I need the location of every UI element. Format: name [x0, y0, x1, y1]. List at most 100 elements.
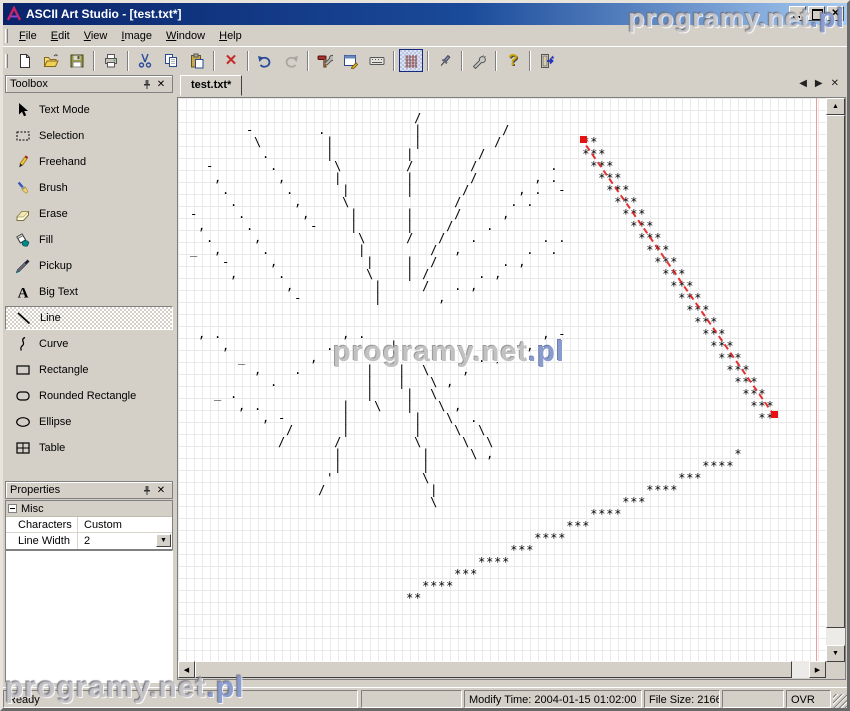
wrench-button[interactable] — [467, 49, 491, 72]
tool-ellipse[interactable]: Ellipse — [5, 410, 173, 434]
tool-selection[interactable]: Selection — [5, 124, 173, 148]
status-modify-time: Modify Time: 2004-01-15 01:02:00 — [464, 690, 642, 708]
minimize-button[interactable] — [789, 6, 806, 21]
menu-window[interactable]: Window — [159, 27, 212, 45]
toolbox-pin-button[interactable] — [140, 78, 154, 91]
property-name: Line Width — [6, 533, 78, 549]
title-bar[interactable]: ASCII Art Studio - [test.txt*] — [3, 3, 847, 25]
dropdown-button[interactable]: ▼ — [156, 534, 171, 547]
toolbar-separator — [247, 51, 249, 71]
menu-bar: File Edit View Image Window Help — [3, 25, 847, 46]
scroll-up-button[interactable]: ▲ — [826, 98, 845, 115]
horizontal-scrollbar[interactable]: ◀ ▶ — [178, 661, 826, 678]
vertical-scrollbar[interactable]: ▲ ▼ — [826, 98, 845, 662]
open-button[interactable] — [39, 49, 63, 72]
margin-line — [816, 98, 817, 662]
save-button[interactable] — [65, 49, 89, 72]
drawing-canvas[interactable]: / - . | / \ | | / ** . | | / *** - . \ /… — [178, 98, 826, 662]
tool-text-mode[interactable]: Text Mode — [5, 98, 173, 122]
toolbar-grip[interactable] — [5, 54, 8, 68]
property-value[interactable]: 2 ▼ — [78, 533, 172, 549]
collapse-icon[interactable] — [8, 504, 17, 513]
eyedropper-icon — [15, 258, 31, 274]
menu-edit[interactable]: Edit — [44, 27, 77, 45]
paste-button[interactable] — [185, 49, 209, 72]
save-icon — [69, 53, 85, 69]
tool-freehand[interactable]: Freehand — [5, 150, 173, 174]
wrench-icon — [471, 53, 487, 69]
exit-button[interactable] — [535, 49, 559, 72]
tab-scroll-left-button[interactable]: ◀ — [799, 78, 807, 89]
scroll-left-button[interactable]: ◀ — [178, 661, 195, 678]
delete-button[interactable]: ✕ — [219, 49, 243, 72]
close-button[interactable] — [827, 6, 844, 21]
maximize-button[interactable] — [808, 6, 825, 21]
paint-bucket-icon — [15, 232, 31, 248]
app-window: ASCII Art Studio - [test.txt*] programy.… — [0, 0, 850, 711]
redo-button[interactable] — [279, 49, 303, 72]
tool-label: Big Text — [39, 286, 78, 298]
grid-toggle-button[interactable] — [399, 49, 423, 72]
pencil-icon — [15, 154, 31, 170]
tab-test-txt[interactable]: test.txt* — [180, 75, 242, 96]
property-value[interactable]: Custom — [78, 517, 172, 532]
keyboard-button[interactable] — [365, 49, 389, 72]
cut-button[interactable] — [133, 49, 157, 72]
properties-pin-button[interactable] — [140, 484, 154, 497]
toolbox-close-button[interactable]: ✕ — [154, 78, 168, 91]
properties-close-button[interactable]: ✕ — [154, 484, 168, 497]
tab-scroll-right-button[interactable]: ▶ — [815, 78, 823, 89]
property-row-characters[interactable]: Characters Custom — [6, 517, 172, 533]
close-icon: ✕ — [157, 79, 165, 90]
rounded-rectangle-icon — [15, 388, 31, 404]
pin-icon — [142, 485, 152, 496]
window-title: ASCII Art Studio - [test.txt*] — [26, 7, 182, 21]
resize-grip[interactable] — [833, 694, 847, 708]
tab-close-button[interactable]: ✕ — [831, 78, 839, 89]
tool-rectangle[interactable]: Rectangle — [5, 358, 173, 382]
tools-button[interactable] — [313, 49, 337, 72]
tool-pickup[interactable]: Pickup — [5, 254, 173, 278]
menu-image[interactable]: Image — [114, 27, 159, 45]
line-endpoint-handle[interactable] — [580, 136, 587, 143]
print-button[interactable] — [99, 49, 123, 72]
tool-label: Brush — [39, 182, 68, 194]
menu-file[interactable]: File — [12, 27, 44, 45]
tool-line[interactable]: Line — [5, 306, 173, 330]
left-dock: Toolbox ✕ Text Mode Selection Freehand B… — [3, 72, 176, 685]
app-icon — [6, 6, 22, 22]
undo-button[interactable] — [253, 49, 277, 72]
property-row-line-width[interactable]: Line Width 2 ▼ — [6, 533, 172, 549]
properties-button[interactable] — [339, 49, 363, 72]
toolbar-separator — [393, 51, 395, 71]
keyboard-icon — [369, 53, 385, 69]
line-icon — [16, 310, 32, 326]
properties-group-misc[interactable]: Misc — [6, 501, 172, 517]
tool-big-text[interactable]: ABig Text — [5, 280, 173, 304]
vertical-scroll-thumb[interactable] — [826, 115, 845, 628]
status-ready: Ready — [3, 690, 358, 708]
rectangle-icon — [15, 362, 31, 378]
menu-view[interactable]: View — [77, 27, 115, 45]
help-button[interactable]: ? — [501, 49, 525, 72]
tool-table[interactable]: Table — [5, 436, 173, 460]
menu-help[interactable]: Help — [212, 27, 249, 45]
arrow-up-icon: ▲ — [832, 103, 839, 110]
toolbar-separator — [213, 51, 215, 71]
curve-icon — [15, 336, 31, 352]
new-button[interactable] — [13, 49, 37, 72]
horizontal-scroll-thumb[interactable] — [195, 661, 792, 678]
line-endpoint-handle[interactable] — [771, 411, 778, 418]
tool-fill[interactable]: Fill — [5, 228, 173, 252]
menu-grip[interactable] — [5, 29, 8, 43]
pin-button[interactable] — [433, 49, 457, 72]
tool-brush[interactable]: Brush — [5, 176, 173, 200]
copy-button[interactable] — [159, 49, 183, 72]
tool-label: Table — [39, 442, 65, 454]
tool-curve[interactable]: Curve — [5, 332, 173, 356]
tool-erase[interactable]: Erase — [5, 202, 173, 226]
eraser-icon — [15, 206, 31, 222]
scroll-right-button[interactable]: ▶ — [809, 661, 826, 678]
tool-rounded-rectangle[interactable]: Rounded Rectangle — [5, 384, 173, 408]
scroll-down-button[interactable]: ▼ — [826, 645, 845, 662]
